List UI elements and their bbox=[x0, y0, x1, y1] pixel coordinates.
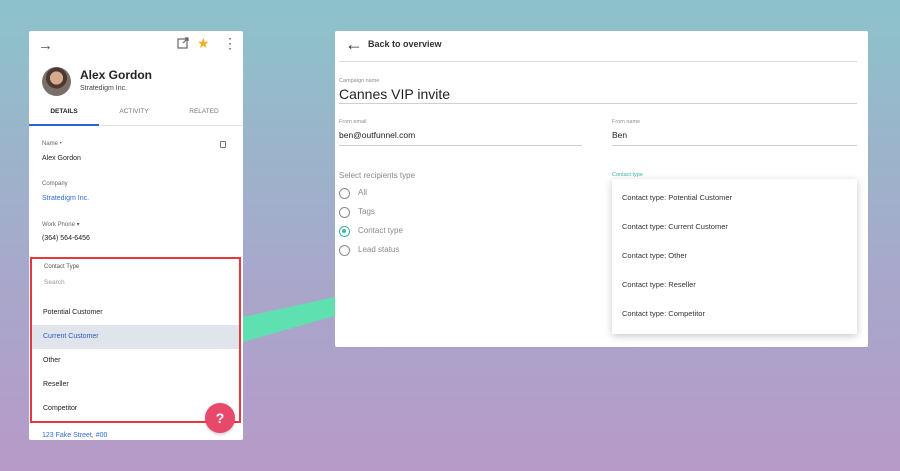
dropdown-option[interactable]: Contact type: Reseller bbox=[622, 280, 696, 289]
more-vertical-icon[interactable]: ⋮ bbox=[223, 36, 237, 50]
contact-type-option[interactable]: Reseller bbox=[32, 373, 239, 397]
phone-field-label[interactable]: Work Phone ▾ bbox=[42, 221, 80, 228]
contact-type-search-input[interactable]: Search bbox=[44, 279, 65, 286]
tab-activity[interactable]: ACTIVITY bbox=[99, 107, 169, 126]
dropdown-option[interactable]: Contact type: Current Customer bbox=[622, 222, 728, 231]
campaign-name-input[interactable]: Cannes VIP invite bbox=[339, 86, 450, 102]
external-link-icon[interactable] bbox=[177, 37, 189, 49]
recipients-type-label: Select recipients type bbox=[339, 171, 416, 180]
from-email-underline bbox=[339, 145, 582, 146]
from-name-input[interactable]: Ben bbox=[612, 130, 627, 140]
contact-type-option[interactable]: Other bbox=[32, 349, 239, 373]
recipient-option-label: Tags bbox=[358, 207, 375, 216]
dropdown-option[interactable]: Contact type: Competitor bbox=[622, 309, 705, 318]
dropdown-option[interactable]: Contact type: Other bbox=[622, 251, 687, 260]
contact-company: Stratedigm Inc. bbox=[80, 85, 128, 92]
name-field-label: Name • bbox=[42, 141, 62, 147]
contact-detail-panel: → ★ ⋮ Alex Gordon Stratedigm Inc. DETAIL… bbox=[29, 31, 243, 440]
contact-name: Alex Gordon bbox=[80, 68, 153, 82]
name-field-value[interactable]: Alex Gordon bbox=[42, 155, 81, 162]
arrow-right-icon[interactable]: → bbox=[38, 37, 53, 54]
from-email-input[interactable]: ben@outfunnel.com bbox=[339, 130, 415, 140]
address-field-value[interactable]: 123 Fake Street, #00 bbox=[42, 432, 107, 439]
campaign-name-underline bbox=[339, 103, 857, 104]
contact-type-option-selected[interactable]: Current Customer bbox=[32, 325, 239, 349]
campaign-name-label: Campaign name bbox=[339, 78, 380, 84]
from-email-label: From email bbox=[339, 119, 367, 125]
radio-icon[interactable] bbox=[339, 188, 350, 199]
dropdown-option[interactable]: Contact type: Potential Customer bbox=[622, 193, 732, 202]
active-tab-indicator bbox=[29, 124, 99, 126]
radio-icon[interactable] bbox=[339, 207, 350, 218]
recipient-option-label: Lead status bbox=[358, 245, 400, 254]
radio-icon[interactable] bbox=[339, 245, 350, 256]
recipient-option-label: All bbox=[358, 188, 367, 197]
contact-type-dropdown: Contact type: Potential Customer Contact… bbox=[612, 179, 857, 334]
help-button[interactable]: ? bbox=[205, 403, 235, 433]
panel-topbar: → ★ ⋮ bbox=[29, 31, 243, 61]
campaign-form-panel: ← Back to overview Campaign name Cannes … bbox=[335, 31, 868, 347]
from-name-label: From name bbox=[612, 119, 641, 125]
star-icon[interactable]: ★ bbox=[197, 35, 210, 52]
tab-related[interactable]: RELATED bbox=[169, 107, 239, 126]
contact-type-label: Contact Type bbox=[44, 264, 80, 270]
radio-checked-icon[interactable] bbox=[339, 226, 350, 237]
phone-field-value[interactable]: (364) 564-6456 bbox=[42, 235, 90, 242]
from-name-underline bbox=[612, 145, 857, 146]
back-to-overview-label[interactable]: Back to overview bbox=[368, 39, 442, 49]
avatar bbox=[42, 67, 71, 96]
contact-type-option[interactable]: Potential Customer bbox=[32, 301, 239, 325]
contact-type-label: Contact type bbox=[612, 172, 643, 178]
header-divider bbox=[339, 61, 857, 62]
arrow-left-icon[interactable]: ← bbox=[345, 34, 363, 54]
company-field-label: Company bbox=[42, 181, 68, 187]
company-field-value[interactable]: Stratedigm Inc. bbox=[42, 195, 89, 202]
recipient-option-label: Contact type bbox=[358, 226, 403, 235]
contact-type-picker: Contact Type Search Potential Customer C… bbox=[30, 257, 241, 423]
copy-icon[interactable] bbox=[220, 141, 226, 148]
